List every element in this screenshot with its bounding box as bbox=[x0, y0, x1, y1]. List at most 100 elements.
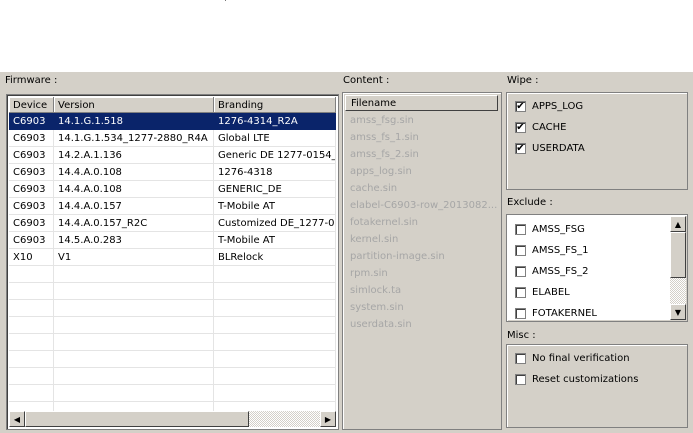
scroll-thumb[interactable] bbox=[25, 411, 249, 427]
file-item[interactable]: amss_fs_2.sin bbox=[350, 148, 497, 165]
exclude-option-amss-fsg[interactable]: AMSS_FSG bbox=[515, 222, 585, 237]
wipe-option-userdata[interactable]: ✔ USERDATA bbox=[515, 141, 585, 156]
file-item[interactable]: cache.sin bbox=[350, 182, 497, 199]
empty-cell bbox=[54, 317, 214, 334]
cell-version: 14.4.A.0.108 bbox=[54, 181, 214, 198]
empty-table-row bbox=[9, 300, 336, 317]
column-branding[interactable]: Branding bbox=[214, 97, 336, 113]
file-item[interactable]: system.sin bbox=[350, 301, 497, 318]
cell-device: C6903 bbox=[9, 147, 54, 164]
empty-table-row bbox=[9, 351, 336, 368]
column-version[interactable]: Version bbox=[54, 97, 214, 113]
table-row[interactable]: C6903 14.4.A.0.108 1276-4318 bbox=[9, 164, 336, 181]
firmware-rows: C6903 14.1.G.1.518 1276-4314_R2A C6903 14.1.… bbox=[9, 113, 336, 411]
file-item[interactable]: elabel-C6903-row_2013082... bbox=[350, 199, 497, 216]
scroll-track[interactable] bbox=[25, 411, 320, 427]
empty-table-row bbox=[9, 385, 336, 402]
right-arrow-icon[interactable]: ▶ bbox=[320, 411, 336, 427]
table-row[interactable]: C6903 14.4.A.0.108 GENERIC_DE bbox=[9, 181, 336, 198]
cell-device: C6903 bbox=[9, 198, 54, 215]
content-list[interactable]: Filename amss_fsg.sin amss_fs_1.sin amss_f… bbox=[342, 92, 502, 430]
empty-cell bbox=[214, 351, 336, 368]
file-item[interactable]: apps_log.sin bbox=[350, 165, 497, 182]
exclude-option-fotakernel[interactable]: FOTAKERNEL bbox=[515, 306, 597, 321]
checkbox[interactable] bbox=[515, 287, 526, 298]
column-filename[interactable]: Filename bbox=[345, 95, 498, 111]
wipe-option-cache[interactable]: ✔ CACHE bbox=[515, 120, 566, 135]
exclude-group: AMSS_FSG AMSS_FS_1 AMSS_FS_2 ELABEL FOTAKERN… bbox=[506, 214, 688, 322]
firmware-label: Firmware : bbox=[5, 75, 58, 86]
scroll-track[interactable] bbox=[670, 232, 686, 304]
exclude-option-amss-fs-1[interactable]: AMSS_FS_1 bbox=[515, 243, 588, 258]
cell-branding: 1276-4314_R2A bbox=[214, 113, 336, 130]
empty-cell bbox=[54, 368, 214, 385]
exclude-list[interactable]: AMSS_FSG AMSS_FS_1 AMSS_FS_2 ELABEL FOTAKERN… bbox=[508, 216, 686, 320]
misc-option-no-final-verification[interactable]: No final verification bbox=[515, 351, 630, 366]
file-item[interactable]: amss_fs_1.sin bbox=[350, 131, 497, 148]
checkbox[interactable]: ✔ bbox=[515, 122, 526, 133]
empty-cell bbox=[214, 266, 336, 283]
file-item[interactable]: fotakernel.sin bbox=[350, 216, 497, 233]
exclude-vertical-scrollbar[interactable]: ▲ ▼ bbox=[670, 216, 686, 320]
checkbox[interactable] bbox=[515, 245, 526, 256]
cell-branding: 1276-4318 bbox=[214, 164, 336, 181]
cell-branding: GENERIC_DE bbox=[214, 181, 336, 198]
table-row[interactable]: X10 V1 BLRelock bbox=[9, 249, 336, 266]
cell-branding: Generic DE 1277-0154_R bbox=[214, 147, 336, 164]
empty-table-row bbox=[9, 283, 336, 300]
empty-cell bbox=[9, 402, 54, 411]
checkbox[interactable] bbox=[515, 266, 526, 277]
firmware-table[interactable]: Device Version Branding C6903 14.1.G.1.51… bbox=[6, 94, 339, 430]
left-arrow-icon[interactable]: ◀ bbox=[9, 411, 25, 427]
empty-cell bbox=[9, 334, 54, 351]
empty-cell bbox=[9, 283, 54, 300]
empty-cell bbox=[214, 334, 336, 351]
scroll-thumb[interactable] bbox=[670, 232, 686, 278]
empty-table-row bbox=[9, 402, 336, 411]
table-row[interactable]: C6903 14.1.G.1.518 1276-4314_R2A bbox=[9, 113, 336, 130]
table-row[interactable]: C6903 14.4.A.0.157_R2C Customized DE_1277-… bbox=[9, 215, 336, 232]
file-item[interactable]: amss_fsg.sin bbox=[350, 114, 497, 131]
column-device[interactable]: Device bbox=[9, 97, 54, 113]
exclude-option-amss-fs-2[interactable]: AMSS_FS_2 bbox=[515, 264, 588, 279]
file-item[interactable]: partition-image.sin bbox=[350, 250, 497, 267]
checkbox[interactable] bbox=[515, 374, 526, 385]
file-item[interactable]: userdata.sin bbox=[350, 318, 497, 335]
firmware-horizontal-scrollbar[interactable]: ◀ ▶ bbox=[9, 411, 336, 427]
up-arrow-icon[interactable]: ▲ bbox=[670, 216, 686, 232]
cell-device: X10 bbox=[9, 249, 54, 266]
empty-cell bbox=[214, 402, 336, 411]
misc-option-reset-customizations[interactable]: Reset customizations bbox=[515, 372, 638, 387]
table-row[interactable]: C6903 14.5.A.0.283 T-Mobile AT bbox=[9, 232, 336, 249]
checkbox[interactable]: ✔ bbox=[515, 101, 526, 112]
down-arrow-icon[interactable]: ▼ bbox=[670, 304, 686, 320]
checkmark-icon: ✔ bbox=[516, 121, 525, 133]
cell-device: C6903 bbox=[9, 113, 54, 130]
cell-branding: BLRelock bbox=[214, 249, 336, 266]
cell-device: C6903 bbox=[9, 232, 54, 249]
cell-version: V1 bbox=[54, 249, 214, 266]
cell-device: C6903 bbox=[9, 181, 54, 198]
table-row[interactable]: C6903 14.4.A.0.157 T-Mobile AT bbox=[9, 198, 336, 215]
file-item[interactable]: rpm.sin bbox=[350, 267, 497, 284]
content-label: Content : bbox=[343, 75, 390, 86]
empty-cell bbox=[54, 283, 214, 300]
wipe-option-apps-log[interactable]: ✔ APPS_LOG bbox=[515, 99, 583, 114]
table-row[interactable]: C6903 14.1.G.1.534_1277-2880_R4A Global LT… bbox=[9, 130, 336, 147]
empty-cell bbox=[214, 283, 336, 300]
empty-cell bbox=[54, 300, 214, 317]
checkbox-label: AMSS_FS_2 bbox=[532, 266, 589, 277]
empty-cell bbox=[54, 266, 214, 283]
checkbox-label: USERDATA bbox=[532, 143, 585, 154]
exclude-option-elabel[interactable]: ELABEL bbox=[515, 285, 570, 300]
checkbox[interactable]: ✔ bbox=[515, 143, 526, 154]
checkbox[interactable] bbox=[515, 224, 526, 235]
checkbox[interactable] bbox=[515, 353, 526, 364]
wipe-group: ✔ APPS_LOG ✔ CACHE ✔ USERDATA bbox=[506, 92, 688, 190]
empty-cell bbox=[54, 402, 214, 411]
table-row[interactable]: C6903 14.2.A.1.136 Generic DE 1277-0154_R bbox=[9, 147, 336, 164]
file-item[interactable]: kernel.sin bbox=[350, 233, 497, 250]
empty-table-row bbox=[9, 266, 336, 283]
checkbox[interactable] bbox=[515, 308, 526, 319]
file-item[interactable]: simlock.ta bbox=[350, 284, 497, 301]
